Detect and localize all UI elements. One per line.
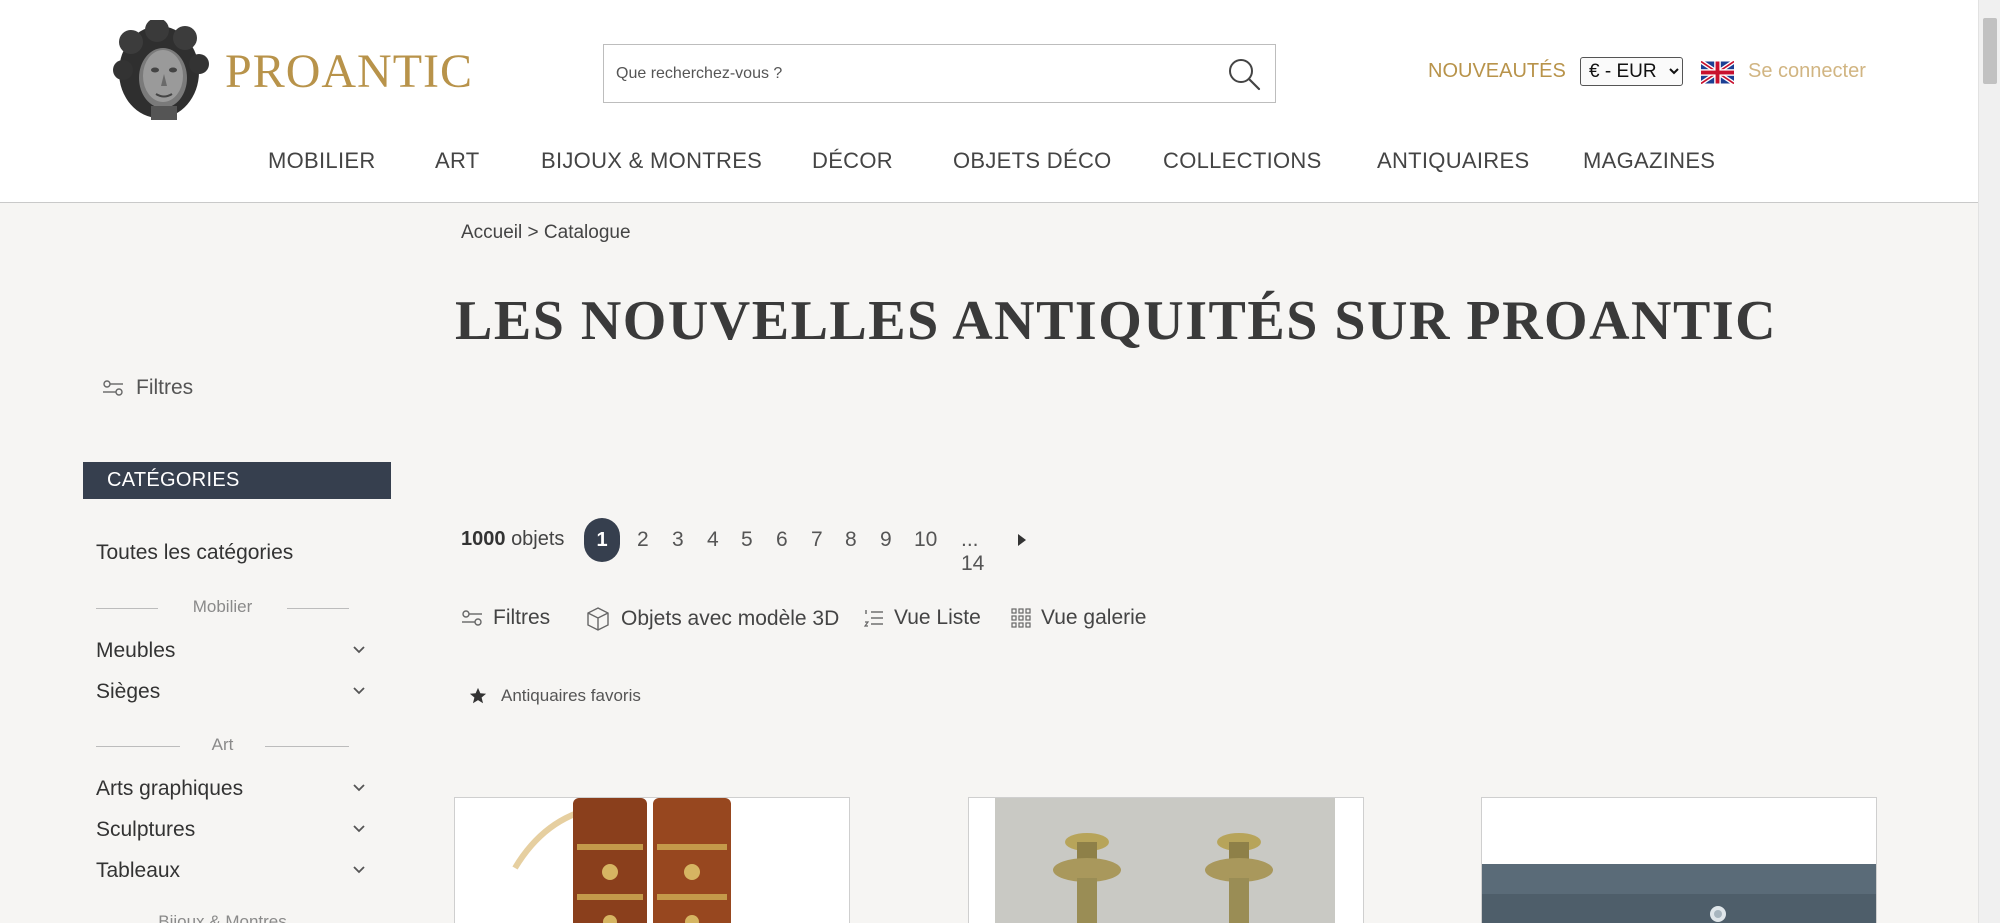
gallery-view-button[interactable]: Vue galerie <box>1011 606 1146 630</box>
search-icon[interactable] <box>1227 57 1261 91</box>
scrollbar-thumb[interactable] <box>1983 18 1997 84</box>
breadcrumb-current: Catalogue <box>543 222 631 243</box>
caret-right-icon[interactable] <box>1017 533 1027 547</box>
page-link[interactable]: 10 <box>914 528 937 552</box>
category-group-art: Art <box>96 735 349 755</box>
list-view-label: Vue Liste <box>894 606 981 629</box>
nav-item-objets-deco[interactable]: OBJETS DÉCO <box>953 148 1112 174</box>
page-title: LES NOUVELLES ANTIQUITÉS SUR PROANTIC <box>455 290 1778 352</box>
page-link[interactable]: 2 <box>637 528 649 552</box>
breadcrumb: Accueil > Catalogue <box>461 222 631 244</box>
page-scrollbar[interactable] <box>1978 0 2000 923</box>
all-categories-link[interactable]: Toutes les catégories <box>96 541 293 565</box>
chevron-down-icon[interactable] <box>352 863 366 877</box>
login-link[interactable]: Se connecter <box>1748 60 1866 83</box>
breadcrumb-home[interactable]: Accueil <box>461 222 522 243</box>
category-item-arts-graphiques[interactable]: Arts graphiques <box>96 777 366 801</box>
nav-item-magazines[interactable]: MAGAZINES <box>1583 148 1715 174</box>
list-view-button[interactable]: Vue Liste <box>864 606 981 630</box>
category-group-mobilier: Mobilier <box>96 597 349 617</box>
page-link[interactable]: 8 <box>845 528 857 552</box>
category-item-meubles[interactable]: Meubles <box>96 639 366 663</box>
category-item-label: Meubles <box>96 639 176 662</box>
search-input[interactable] <box>616 45 1196 102</box>
grid-icon <box>1011 608 1031 628</box>
page-link[interactable]: 5 <box>741 528 753 552</box>
uk-flag-icon[interactable] <box>1701 61 1734 84</box>
cube-icon <box>587 607 609 631</box>
product-image-candlesticks <box>969 798 1363 923</box>
nav-item-mobilier[interactable]: MOBILIER <box>268 148 376 174</box>
sidebar-filters-button[interactable]: Filtres <box>102 376 193 400</box>
results-count-unit: objets <box>511 528 565 550</box>
filters-label: Filtres <box>493 606 551 629</box>
category-item-label: Sculptures <box>96 818 196 841</box>
page-link[interactable]: 4 <box>707 528 719 552</box>
product-card[interactable] <box>968 797 1364 923</box>
page-link-last[interactable]: ... 14 <box>961 528 984 576</box>
product-card[interactable] <box>1481 797 1877 923</box>
nav-item-art[interactable]: ART <box>435 148 480 174</box>
category-item-label: Tableaux <box>96 859 181 882</box>
page-current[interactable]: 1 <box>584 518 620 562</box>
chevron-down-icon[interactable] <box>352 643 366 657</box>
product-card[interactable] <box>454 797 850 923</box>
chevron-down-icon[interactable] <box>352 781 366 795</box>
chevron-down-icon[interactable] <box>352 684 366 698</box>
nav-item-bijoux-montres[interactable]: BIJOUX & MONTRES <box>541 148 762 174</box>
page-link[interactable]: 6 <box>776 528 788 552</box>
favorite-dealers-button[interactable]: Antiquaires favoris <box>469 686 641 706</box>
page-link[interactable]: 9 <box>880 528 892 552</box>
chevron-down-icon[interactable] <box>352 822 366 836</box>
models-3d-label: Objets avec modèle 3D <box>621 607 840 630</box>
brand-name: PROANTIC <box>225 44 474 98</box>
currency-select[interactable]: € - EUR <box>1580 57 1683 86</box>
categories-header: CATÉGORIES <box>83 462 391 499</box>
logo-bust-icon <box>113 20 209 120</box>
site-header: PROANTIC NOUVEAUTÉS € - EUR Se connecter… <box>0 0 1978 203</box>
category-item-sculptures[interactable]: Sculptures <box>96 818 366 842</box>
category-item-sieges[interactable]: Sièges <box>96 680 366 704</box>
nav-item-antiquaires[interactable]: ANTIQUAIRES <box>1377 148 1529 174</box>
search-box <box>603 44 1276 103</box>
nav-item-decor[interactable]: DÉCOR <box>812 148 893 174</box>
category-item-label: Arts graphiques <box>96 777 244 800</box>
favorite-dealers-label: Antiquaires favoris <box>501 686 641 705</box>
list-icon <box>864 610 883 627</box>
star-icon <box>469 687 487 704</box>
logo[interactable]: PROANTIC <box>111 20 473 122</box>
category-item-tableaux[interactable]: Tableaux <box>96 859 366 883</box>
product-image-books <box>455 798 849 923</box>
product-image-glass <box>1482 798 1876 923</box>
results-count: 1000 objets <box>461 528 564 551</box>
page-link[interactable]: 7 <box>811 528 823 552</box>
breadcrumb-separator: > <box>527 222 539 243</box>
page-link[interactable]: 3 <box>672 528 684 552</box>
category-group-bijoux-montres: Bijoux & Montres <box>96 912 349 923</box>
sliders-icon <box>462 610 482 626</box>
category-item-label: Sièges <box>96 680 161 703</box>
nav-item-collections[interactable]: COLLECTIONS <box>1163 148 1322 174</box>
models-3d-button[interactable]: Objets avec modèle 3D <box>585 606 839 632</box>
gallery-view-label: Vue galerie <box>1041 606 1147 629</box>
new-arrivals-link[interactable]: NOUVEAUTÉS <box>1428 60 1566 83</box>
sidebar-filters-label: Filtres <box>136 376 194 399</box>
filters-button[interactable]: Filtres <box>461 606 550 630</box>
sliders-icon <box>103 380 123 396</box>
results-count-number: 1000 <box>461 528 506 550</box>
